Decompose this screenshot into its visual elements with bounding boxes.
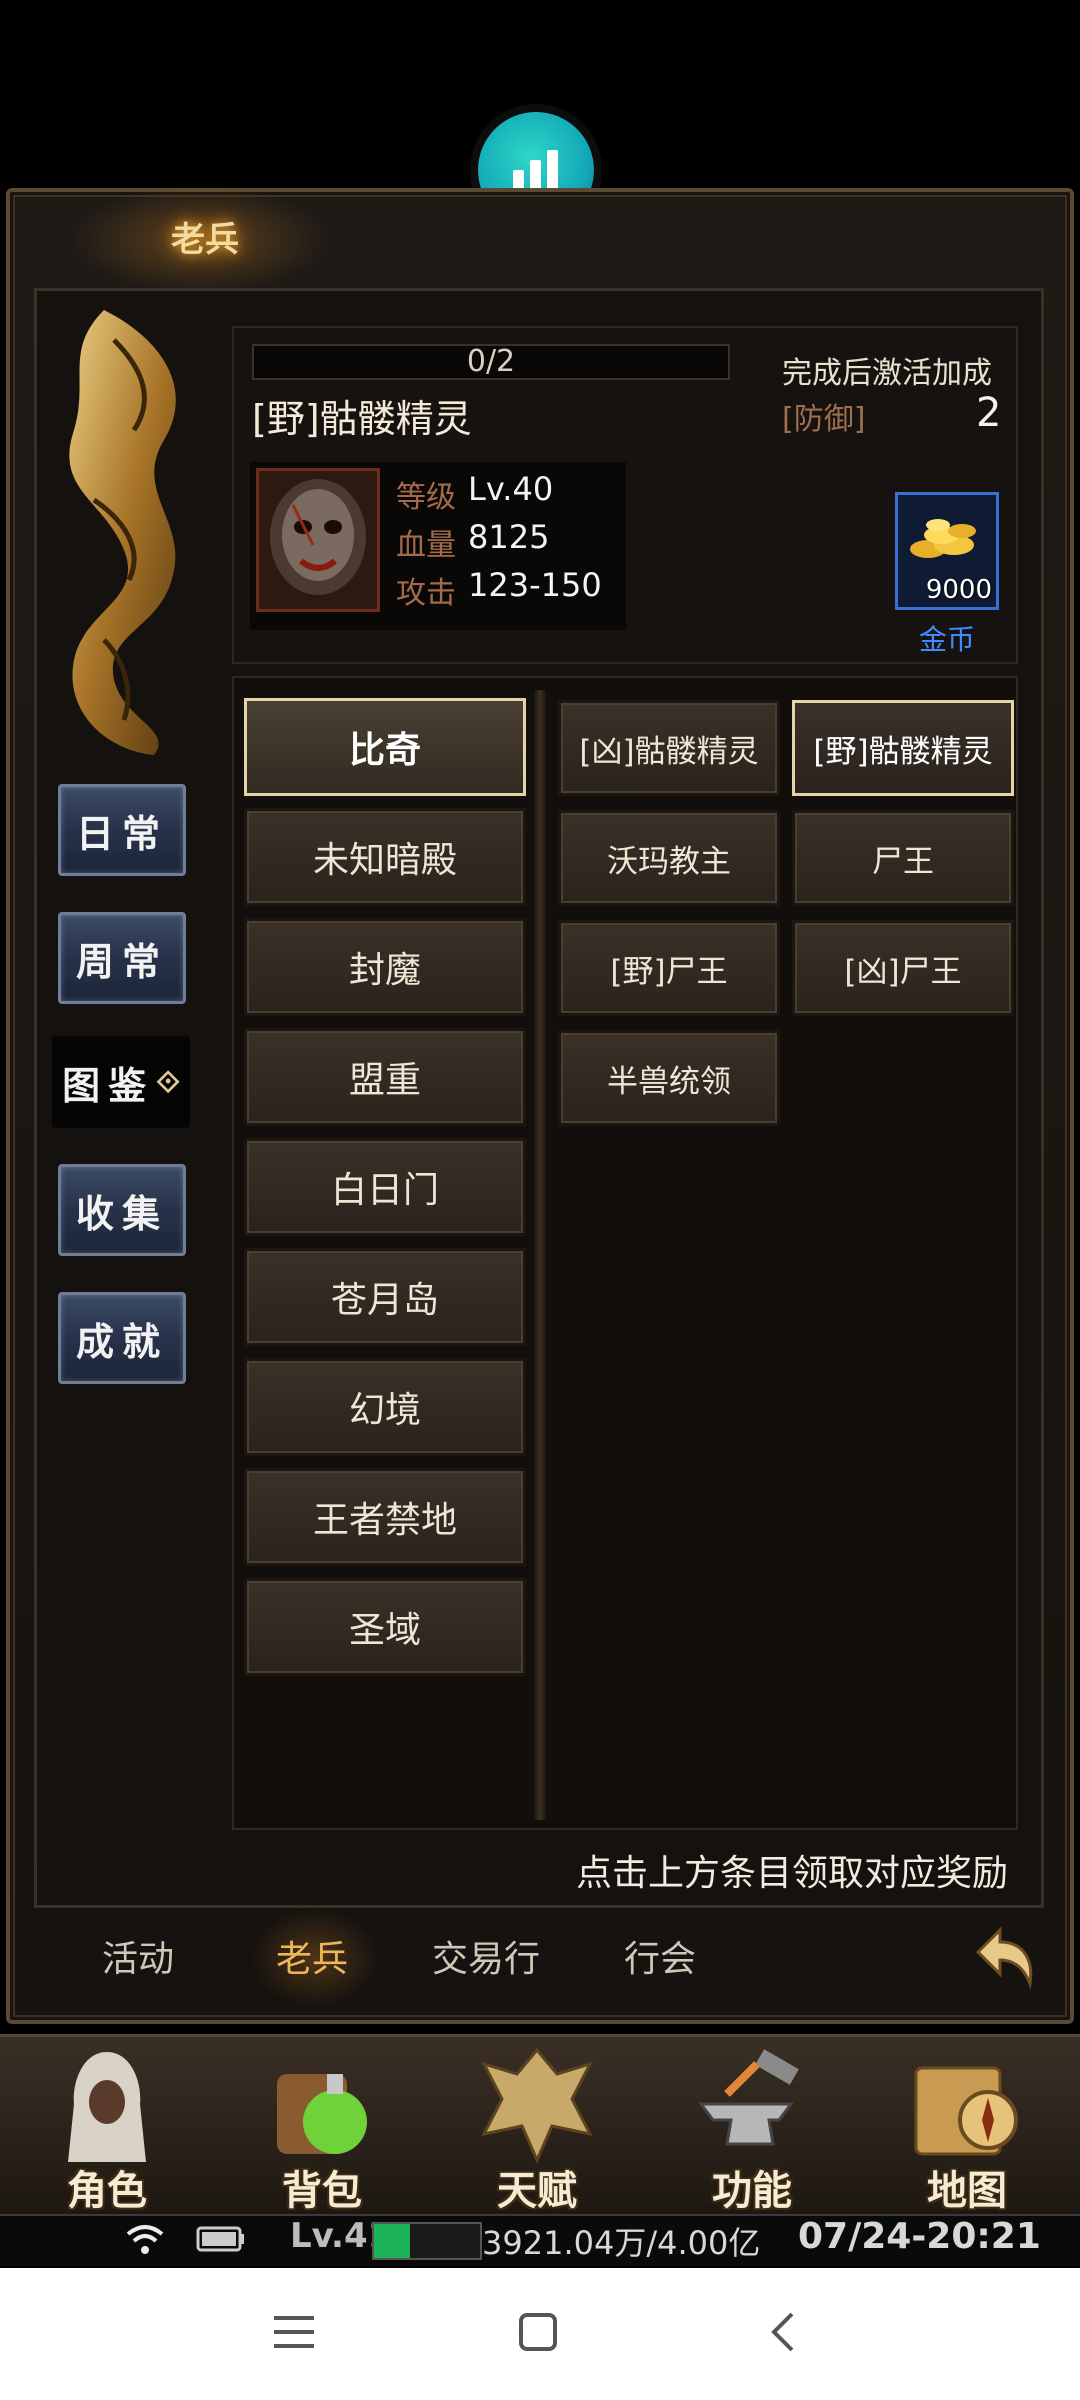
golden-dragon-ornament: [69, 310, 176, 755]
map-item[interactable]: 幻境: [244, 1358, 526, 1456]
map-item-label: 比奇: [348, 730, 421, 771]
potion-bag-icon: [277, 2074, 367, 2154]
level-value: Lv.40: [468, 470, 554, 508]
monster-item[interactable]: 沃玛教主: [558, 810, 780, 906]
map-item-label: 王者禁地: [312, 1500, 457, 1541]
nav-label: 角色: [67, 2168, 147, 2214]
exp-bar-fill: [374, 2224, 410, 2258]
side-tab-label: 周常: [75, 939, 168, 984]
return-arrow-icon[interactable]: [970, 1922, 1038, 1992]
monster-item[interactable]: [凶]骷髅精灵: [558, 700, 780, 796]
map-item-label: 幻境: [348, 1390, 421, 1431]
map-item-label: 封魔: [348, 950, 421, 991]
side-tab-label: 成就: [75, 1319, 168, 1364]
monster-item-label: [凶]骷髅精灵: [579, 733, 759, 770]
map-item-label: 白日门: [330, 1170, 439, 1211]
monster-item[interactable]: [野]骷髅精灵: [792, 700, 1014, 796]
hp-label: 血量: [396, 528, 456, 563]
gold-pile-icon: [910, 519, 976, 558]
gold-coin-reward[interactable]: 9000: [895, 492, 999, 610]
side-tab-label: 收集: [75, 1191, 168, 1236]
home-icon[interactable]: [518, 2312, 558, 2352]
skull-face-icon: [270, 479, 366, 595]
map-item[interactable]: 白日门: [244, 1138, 526, 1236]
side-tab-achievement[interactable]: 成就: [58, 1292, 186, 1384]
side-tab-weekly[interactable]: 周常: [58, 912, 186, 1004]
complete-bonus-label: 完成后激活加成: [782, 356, 992, 391]
side-tab-daily[interactable]: 日常: [58, 784, 186, 876]
nav-character[interactable]: 角色: [2, 2040, 212, 2214]
list-divider: [534, 690, 546, 1820]
nav-talent[interactable]: 天赋: [432, 2040, 642, 2214]
monster-item[interactable]: 尸王: [792, 810, 1014, 906]
tab-guild[interactable]: 行会: [624, 1930, 696, 1982]
side-tab-label: 图鉴: [62, 1063, 155, 1108]
monster-item-label: 沃玛教主: [607, 843, 731, 880]
exp-text: 3921.04万/4.00亿: [482, 2224, 761, 2262]
kill-progress-bar: 0/2: [252, 344, 730, 380]
nav-function[interactable]: 功能: [647, 2040, 857, 2214]
battery-icon: [196, 2226, 244, 2252]
reward-count: 9000: [925, 575, 992, 605]
hooded-character-icon: [68, 2052, 146, 2162]
monster-item[interactable]: [野]尸王: [558, 920, 780, 1016]
map-item[interactable]: 苍月岛: [244, 1248, 526, 1346]
monster-item-label: 尸王: [872, 843, 934, 880]
bonus-stat-tag: [防御]: [782, 402, 866, 437]
side-tab-label: 日常: [75, 811, 168, 856]
map-compass-icon: [914, 2066, 1018, 2156]
reward-hint-text: 点击上方条目领取对应奖励: [576, 1853, 1009, 1894]
monster-item[interactable]: [凶]尸王: [792, 920, 1014, 1016]
monster-portrait: [256, 468, 380, 612]
nav-label: 背包: [282, 2168, 362, 2214]
map-item-label: 圣域: [348, 1610, 421, 1651]
reward-name: 金币: [918, 623, 975, 656]
bonus-stat-value: 2: [976, 390, 1002, 436]
nav-label: 天赋: [497, 2168, 577, 2214]
anvil-hammer-icon: [698, 2049, 799, 2146]
nav-label: 地图: [927, 2168, 1007, 2214]
panel-title: 老兵: [171, 220, 239, 260]
attack-label: 攻击: [396, 576, 456, 611]
map-item[interactable]: 盟重: [244, 1028, 526, 1126]
dragon-crest-icon: [481, 2047, 593, 2164]
map-item-label: 未知暗殿: [312, 840, 457, 881]
tab-trade[interactable]: 交易行: [432, 1930, 540, 1982]
map-item[interactable]: 王者禁地: [244, 1468, 526, 1566]
side-tab-collection[interactable]: 收集: [58, 1164, 186, 1256]
side-tab-codex[interactable]: 图鉴 ⟐: [52, 1036, 190, 1128]
bar-chart-icon: [513, 150, 558, 190]
date-time: 07/24-20:21: [798, 2216, 1041, 2257]
hp-value: 8125: [468, 518, 550, 556]
nav-map[interactable]: 地图: [862, 2040, 1072, 2214]
map-item[interactable]: 封魔: [244, 918, 526, 1016]
menu-icon[interactable]: [272, 2312, 316, 2352]
level-label: 等级: [396, 480, 456, 515]
monster-item-label: [凶]尸王: [844, 953, 962, 990]
map-item[interactable]: 圣域: [244, 1578, 526, 1676]
wifi-icon: [126, 2225, 164, 2254]
nav-backpack[interactable]: 背包: [217, 2040, 427, 2214]
attack-value: 123-150: [468, 566, 602, 604]
diamond-arrow-icon: ⟐: [156, 1064, 180, 1100]
back-icon[interactable]: [768, 2310, 798, 2354]
monster-item[interactable]: 半兽统领: [558, 1030, 780, 1126]
tab-activity[interactable]: 活动: [102, 1930, 174, 1982]
map-item[interactable]: 未知暗殿: [244, 808, 526, 906]
map-item-label: 盟重: [348, 1060, 421, 1101]
monster-item-label: [野]骷髅精灵: [813, 733, 993, 770]
monster-item-label: [野]尸王: [610, 953, 728, 990]
tab-veteran[interactable]: 老兵: [276, 1930, 348, 1982]
nav-label: 功能: [712, 2168, 792, 2214]
monster-name: [野]骷髅精灵: [252, 397, 472, 441]
monster-item-label: 半兽统领: [607, 1063, 731, 1100]
map-item-label: 苍月岛: [330, 1280, 439, 1321]
map-item[interactable]: 比奇: [244, 698, 526, 796]
